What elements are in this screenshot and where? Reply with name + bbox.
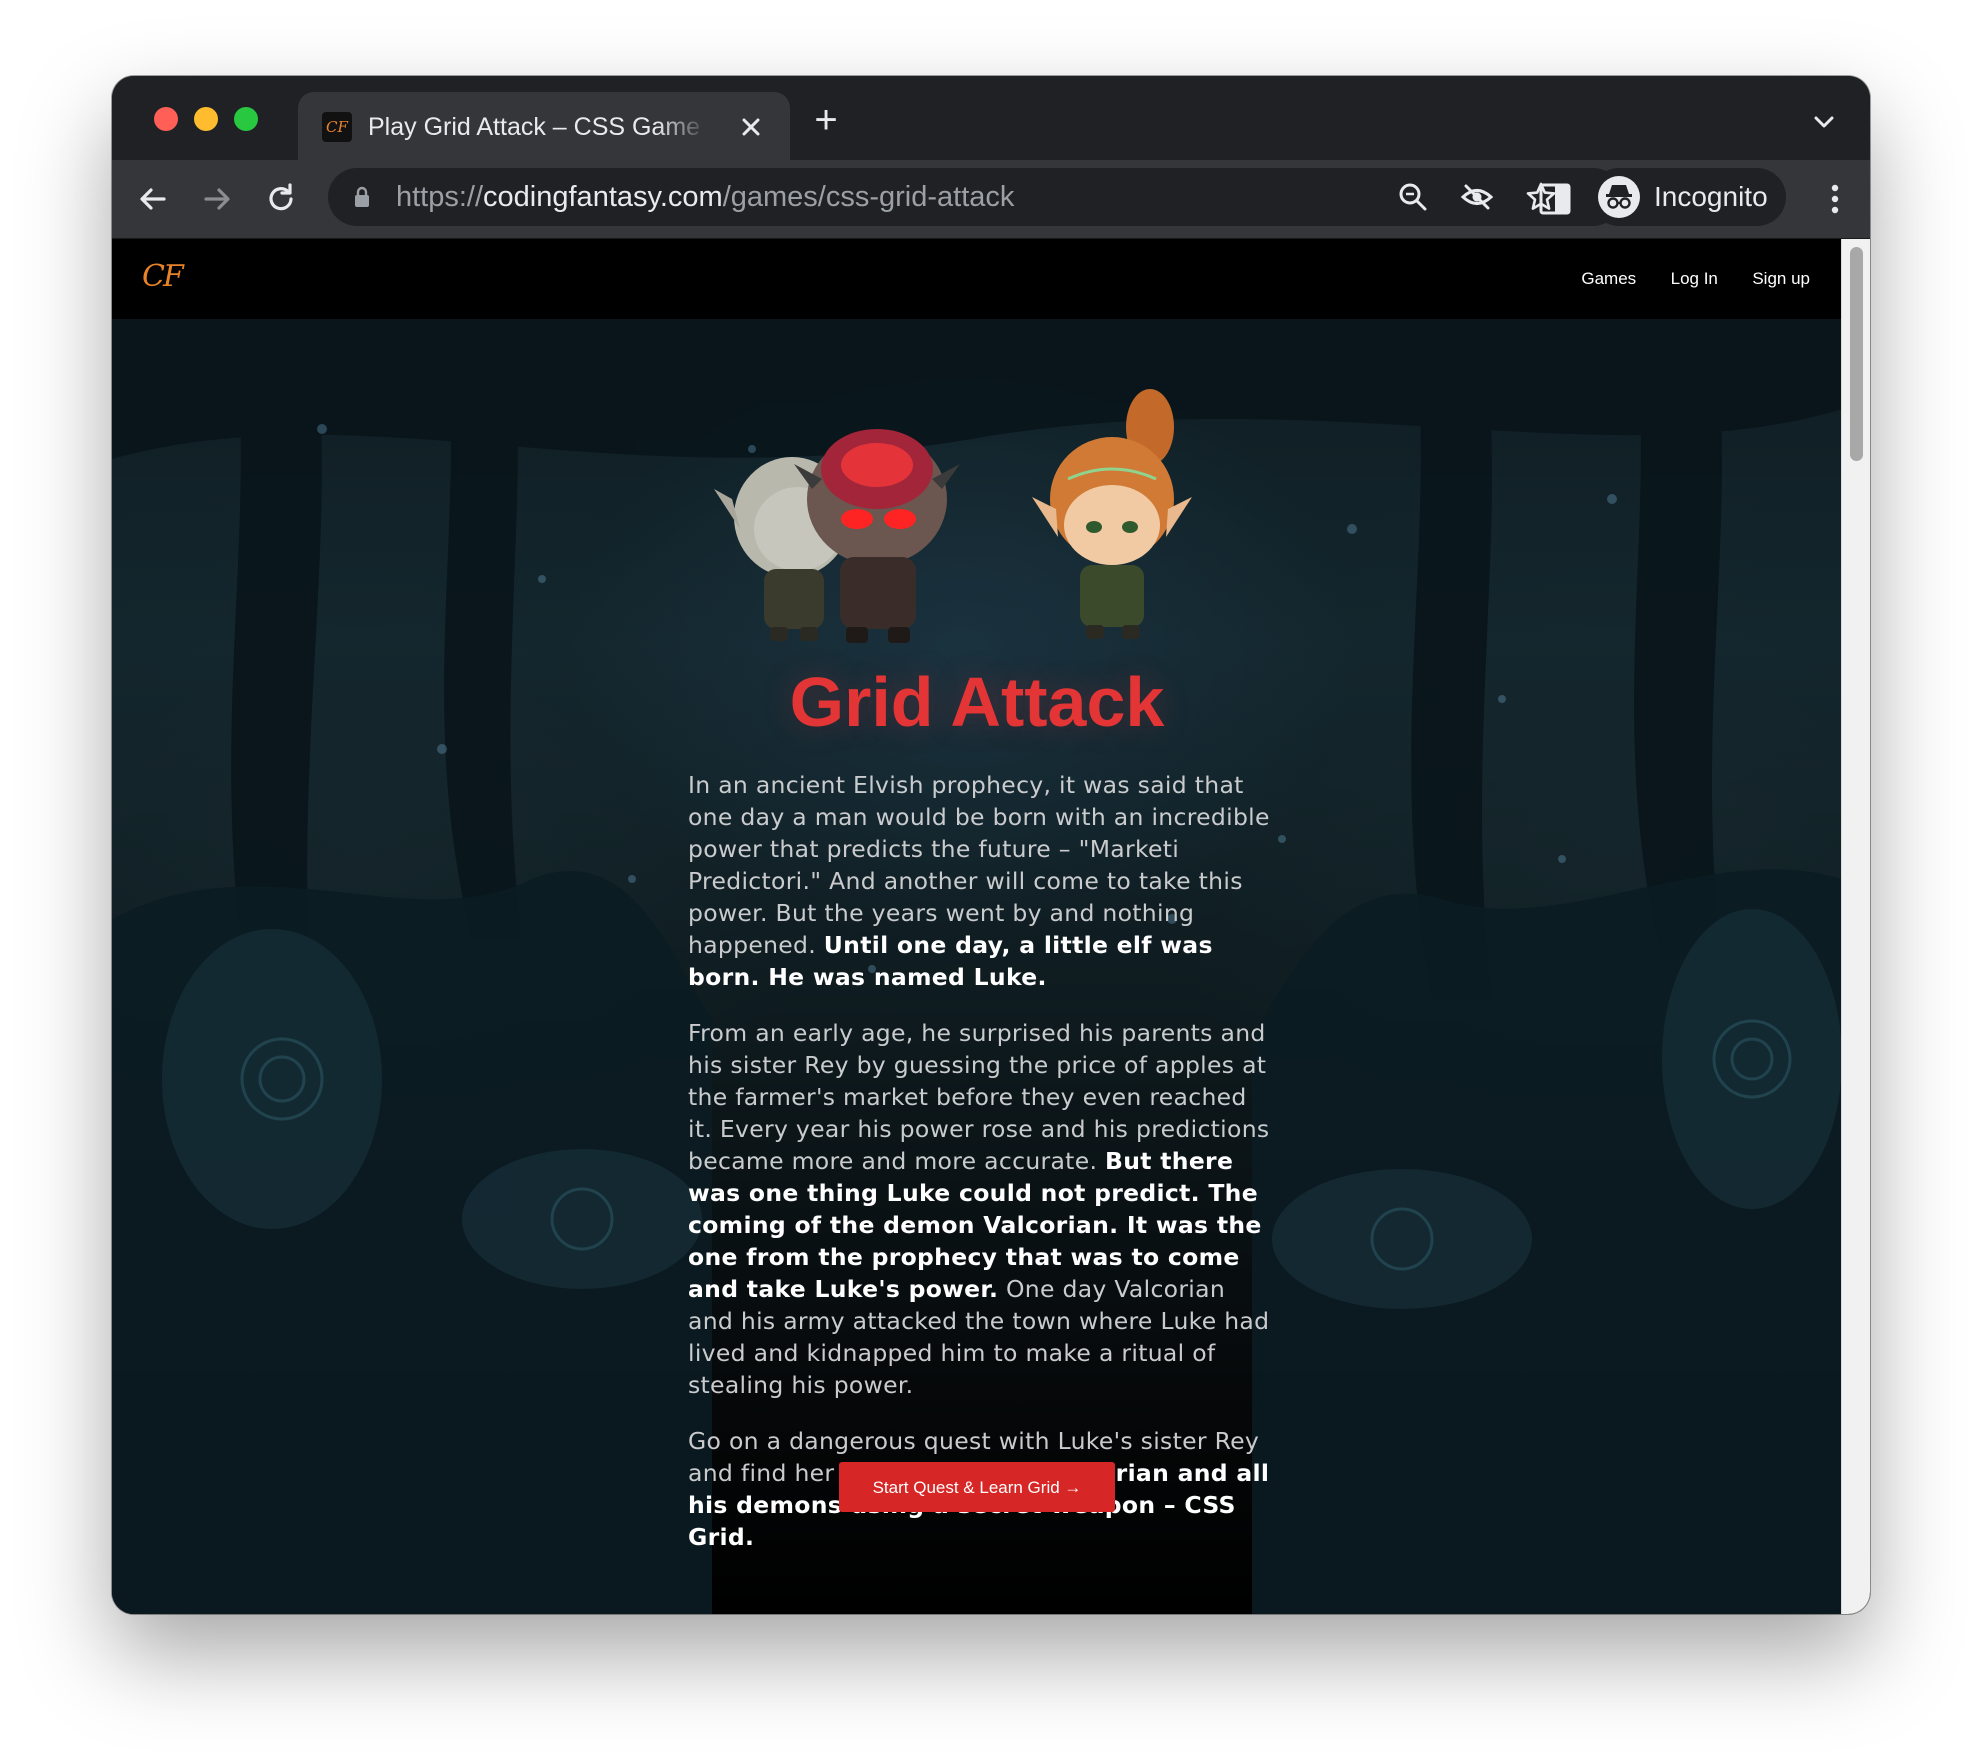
side-panel-icon[interactable] [1536,180,1574,218]
more-vert-icon[interactable] [1820,178,1850,220]
hero-characters-illustration [714,389,1192,643]
story-paragraph: In an ancient Elvish prophecy, it was sa… [688,769,1274,993]
zoom-icon[interactable] [1396,180,1430,214]
minimize-window-button[interactable] [194,107,218,131]
page-viewport: CF Games Log In Sign up Grid Attack In a… [112,239,1870,1614]
story-text: In an ancient Elvish prophecy, it was sa… [688,769,1274,1577]
incognito-icon [1598,176,1640,218]
url-text[interactable]: https://codingfantasy.com/games/css-grid… [396,178,1014,216]
forward-icon[interactable] [196,178,238,220]
tab-title: Play Grid Attack – CSS Game to Learn CSS… [368,113,708,141]
tab-favicon-icon: CF [322,112,352,142]
site-header: CF Games Log In Sign up [112,239,1842,319]
page-title: Grid Attack [789,663,1165,741]
nav-signup-link[interactable]: Sign up [1752,263,1810,295]
eye-off-icon[interactable] [1460,180,1494,214]
browser-toolbar: https://codingfantasy.com/games/css-grid… [112,160,1870,239]
tab-close-icon[interactable] [734,110,768,144]
scrollbar-thumb[interactable] [1850,247,1863,461]
reload-icon[interactable] [260,178,302,220]
tab-strip: CF Play Grid Attack – CSS Game to Learn … [112,76,1870,160]
back-icon[interactable] [132,178,174,220]
maximize-window-button[interactable] [234,107,258,131]
close-window-button[interactable] [154,107,178,131]
url-domain: codingfantasy.com [483,181,723,213]
chevron-down-icon[interactable] [1806,104,1842,140]
story-paragraph: From an early age, he surprised his pare… [688,1017,1274,1401]
site-nav: Games Log In Sign up [1551,263,1810,295]
incognito-label: Incognito [1654,181,1768,212]
page-scrollbar[interactable] [1841,239,1870,1614]
nav-login-link[interactable]: Log In [1671,263,1718,295]
url-path: /games/css-grid-attack [722,181,1015,213]
site-logo[interactable]: CF [142,257,192,297]
browser-window: CF Play Grid Attack – CSS Game to Learn … [112,76,1870,1614]
start-quest-button[interactable]: Start Quest & Learn Grid → [839,1462,1115,1512]
address-bar[interactable]: https://codingfantasy.com/games/css-grid… [328,168,1622,226]
active-tab[interactable]: CF Play Grid Attack – CSS Game to Learn … [298,92,790,160]
incognito-profile-button[interactable]: Incognito [1590,168,1786,226]
url-scheme: https:// [396,181,484,213]
lock-icon[interactable] [352,186,372,208]
nav-games-link[interactable]: Games [1581,263,1636,295]
hero-section: Grid Attack In an ancient Elvish prophec… [112,319,1842,1614]
elf-rey-character [1032,389,1192,639]
new-tab-button[interactable]: + [804,98,848,142]
